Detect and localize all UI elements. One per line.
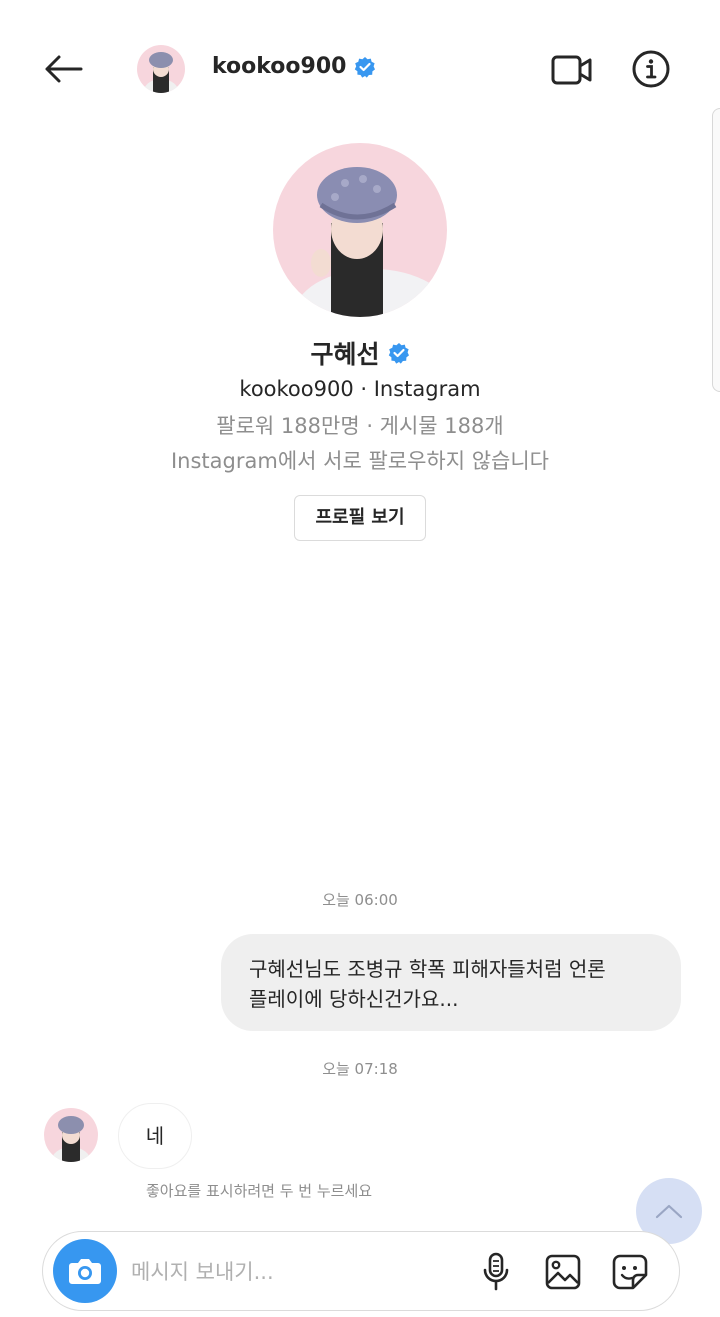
gallery-icon: [545, 1254, 581, 1290]
sender-avatar[interactable]: [44, 1108, 98, 1162]
profile-name: 구혜선: [0, 335, 720, 371]
back-button[interactable]: [40, 48, 86, 90]
verified-badge-icon: [388, 343, 409, 364]
gallery-button[interactable]: [542, 1251, 584, 1293]
profile-avatar[interactable]: [273, 143, 447, 317]
message-line: 구혜선님도 조병규 학폭 피해자들처럼 언론: [249, 957, 606, 981]
double-tap-like-hint: 좋아요를 표시하려면 두 번 누르세요: [146, 1182, 373, 1200]
follow-status: Instagram에서 서로 팔로우하지 않습니다: [170, 449, 550, 473]
chat-header: kookoo900: [0, 0, 720, 140]
received-message-bubble[interactable]: 네: [118, 1103, 192, 1169]
header-username[interactable]: kookoo900: [212, 54, 376, 79]
username-text: kookoo900: [212, 54, 347, 79]
profile-name-text: 구혜선: [310, 340, 380, 369]
back-arrow-icon: [45, 55, 83, 83]
message-timestamp: 오늘 07:18: [322, 1060, 398, 1078]
camera-icon: [69, 1259, 101, 1284]
chevron-up-icon: [655, 1204, 683, 1219]
profile-handle: kookoo900 · Instagram: [239, 377, 481, 401]
message-input[interactable]: [131, 1252, 461, 1292]
info-button[interactable]: [628, 46, 674, 92]
sent-message-bubble[interactable]: 구혜선님도 조병규 학폭 피해자들처럼 언론 플레이에 당하신건가요...: [221, 934, 681, 1031]
camera-button[interactable]: [53, 1239, 117, 1303]
microphone-icon: [483, 1252, 509, 1291]
video-call-icon: [551, 55, 592, 85]
header-avatar[interactable]: [137, 45, 185, 93]
view-profile-button[interactable]: 프로필 보기: [294, 495, 426, 541]
voice-message-button[interactable]: [476, 1251, 516, 1293]
sticker-button[interactable]: [609, 1251, 651, 1293]
video-call-button[interactable]: [548, 48, 596, 92]
sticker-icon: [612, 1254, 648, 1290]
verified-badge-icon: [355, 56, 376, 78]
info-icon: [632, 50, 670, 88]
message-text: 네: [145, 1124, 165, 1148]
profile-card: 구혜선 kookoo900 · Instagram 팔로워 188만명 · 게시…: [0, 140, 720, 541]
message-composer: [42, 1231, 680, 1311]
profile-stats: 팔로워 188만명 · 게시물 188개: [216, 414, 504, 438]
message-line: 플레이에 당하신건가요...: [249, 987, 459, 1011]
message-timestamp: 오늘 06:00: [322, 891, 398, 909]
